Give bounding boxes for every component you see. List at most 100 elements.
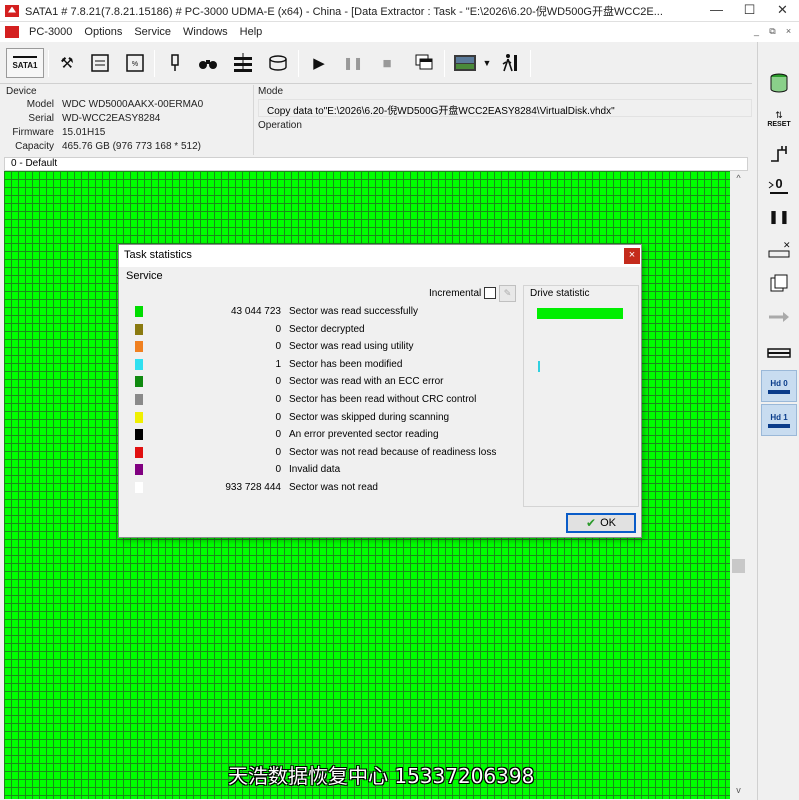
head-icon: [768, 423, 790, 428]
stat-count: 0: [275, 376, 281, 388]
play-icon[interactable]: ▶: [308, 48, 330, 78]
main-toolbar: SATA1 ⚒ % ▶ ❚❚ ■ ▼: [0, 44, 752, 84]
sector-clear-icon[interactable]: ✕: [761, 235, 797, 265]
ok-button[interactable]: ✔ OK: [566, 513, 636, 533]
percent-icon[interactable]: %: [123, 48, 147, 78]
mdi-minimize-button[interactable]: _: [750, 25, 763, 38]
stat-color-swatch: [135, 323, 143, 335]
menu-windows[interactable]: Windows: [177, 22, 234, 42]
database-icon[interactable]: [761, 68, 797, 98]
stat-count: 1: [275, 358, 281, 370]
disk-copy-icon[interactable]: [266, 48, 290, 78]
stat-color-swatch: [135, 411, 143, 423]
copy-icon[interactable]: [761, 268, 797, 298]
mode-panel: Mode Copy data to"E:\2026\6.20-倪WD500G开盘…: [253, 85, 752, 119]
svg-text:✕: ✕: [783, 240, 791, 250]
checkmark-icon: ✔: [586, 516, 597, 530]
stat-color-swatch: [135, 464, 143, 476]
stat-row: 0 Sector decrypted: [121, 322, 521, 339]
map-scrollbar[interactable]: ^ v: [730, 171, 747, 799]
hd0-button[interactable]: Hd 0: [761, 370, 797, 402]
device-model-row: Model WDC WD5000AAKX-00ERMA0: [26, 99, 204, 110]
close-button[interactable]: ✕: [766, 0, 799, 22]
power-connector-icon[interactable]: [761, 138, 797, 168]
stat-row: 0 Sector was read using utility: [121, 339, 521, 356]
tools-icon[interactable]: ⚒: [56, 48, 78, 78]
stat-label: Sector was skipped during scanning: [289, 411, 450, 423]
svg-text:%: %: [132, 61, 138, 68]
mode-text: Copy data to"E:\2026\6.20-倪WD500G开盘WCC2E…: [258, 99, 752, 117]
stat-color-swatch: [135, 446, 143, 458]
stat-count: 0: [275, 429, 281, 441]
windows-stack-icon[interactable]: [412, 48, 438, 78]
map-tab[interactable]: 0 - Default: [4, 157, 748, 171]
incremental-label: Incremental: [429, 288, 482, 299]
dialog-close-button[interactable]: ×: [624, 248, 640, 264]
binoculars-icon[interactable]: [196, 48, 220, 78]
stat-color-swatch: [135, 429, 143, 441]
stat-label: Sector has been read without CRC control: [289, 394, 477, 405]
scroll-up-icon[interactable]: ^: [730, 173, 747, 183]
timer-zero-icon[interactable]: 0: [761, 170, 797, 200]
reset-arrows-icon: ⇅: [775, 110, 783, 120]
menu-bar: PC-3000 Options Service Windows Help _ ⧉…: [0, 22, 799, 42]
hd1-button[interactable]: Hd 1: [761, 404, 797, 436]
toolbar-separator: [154, 50, 155, 77]
right-toolbar: ⇅ RESET 0 ❚❚ ✕ Hd 0 Hd 1: [757, 42, 799, 800]
stats-panel: Incremental ✎ 43 044 723 Sector was read …: [121, 285, 521, 509]
stat-label: Sector was read using utility: [289, 341, 414, 353]
stat-row: 0 An error prevented sector reading: [121, 427, 521, 444]
toolbar-separator: [444, 50, 445, 77]
stat-count: 43 044 723: [230, 306, 281, 317]
stat-row: 0 Sector has been read without CRC contro…: [121, 392, 521, 409]
dropdown-arrow-icon[interactable]: ▼: [481, 48, 493, 78]
screenshot-icon[interactable]: [452, 48, 478, 78]
mdi-close-button[interactable]: ×: [782, 25, 795, 38]
pause-right-icon[interactable]: ❚❚: [761, 202, 797, 232]
stat-count: 0: [275, 394, 281, 405]
stat-color-swatch: [135, 341, 143, 353]
menu-help[interactable]: Help: [234, 22, 269, 42]
stat-row: 0 Invalid data: [121, 462, 521, 479]
sata-port-button[interactable]: SATA1: [6, 48, 44, 78]
heads-icon[interactable]: [230, 48, 256, 78]
window-title: SATA1 # 7.8.21(7.8.21.15186) # PC-3000 U…: [25, 5, 663, 18]
connector-icon[interactable]: [761, 338, 797, 368]
app-logo-icon: [5, 4, 19, 17]
passport-icon[interactable]: [88, 48, 112, 78]
incremental-checkbox[interactable]: [484, 287, 496, 299]
scroll-thumb[interactable]: [732, 559, 745, 573]
maximize-button[interactable]: ☐: [733, 0, 766, 22]
minimize-button[interactable]: —: [700, 0, 733, 22]
incremental-settings-icon[interactable]: ✎: [499, 285, 516, 302]
menu-options[interactable]: Options: [78, 22, 128, 42]
exit-icon[interactable]: [498, 48, 522, 78]
mdi-restore-button[interactable]: ⧉: [766, 25, 779, 38]
menu-pc3000[interactable]: PC-3000: [23, 22, 78, 42]
reset-button[interactable]: ⇅ RESET: [761, 104, 797, 134]
stat-count: 933 728 444: [225, 482, 281, 493]
svg-text:0: 0: [775, 176, 782, 191]
stat-label: An error prevented sector reading: [289, 429, 439, 441]
stat-color-swatch: [135, 394, 143, 405]
stat-count: 0: [275, 464, 281, 476]
stat-label: Invalid data: [289, 464, 341, 476]
stat-color-swatch: [135, 358, 143, 370]
device-capacity-row: Capacity 465.76 GB (976 773 168 * 512): [15, 141, 201, 152]
stat-label: Sector was not read: [289, 482, 378, 493]
scroll-down-icon[interactable]: v: [730, 785, 747, 795]
stat-color-swatch: [135, 306, 143, 317]
stat-row: 933 728 444 Sector was not read: [121, 480, 521, 497]
task-statistics-dialog: Task statistics × Service Incremental ✎ …: [118, 244, 642, 538]
drive-statistic-label: Drive statistic: [530, 288, 590, 299]
stat-color-swatch: [135, 482, 143, 493]
stat-row: 0 Sector was not read because of readines…: [121, 445, 521, 462]
plug-icon[interactable]: [164, 48, 186, 78]
stat-label: Sector decrypted: [289, 323, 365, 335]
arrow-disabled-icon[interactable]: [761, 302, 797, 332]
stat-label: Sector was read with an ECC error: [289, 376, 444, 388]
device-header: Device: [6, 86, 37, 97]
pause-icon[interactable]: ❚❚: [342, 48, 364, 78]
stop-icon[interactable]: ■: [376, 48, 398, 78]
menu-service[interactable]: Service: [128, 22, 177, 42]
